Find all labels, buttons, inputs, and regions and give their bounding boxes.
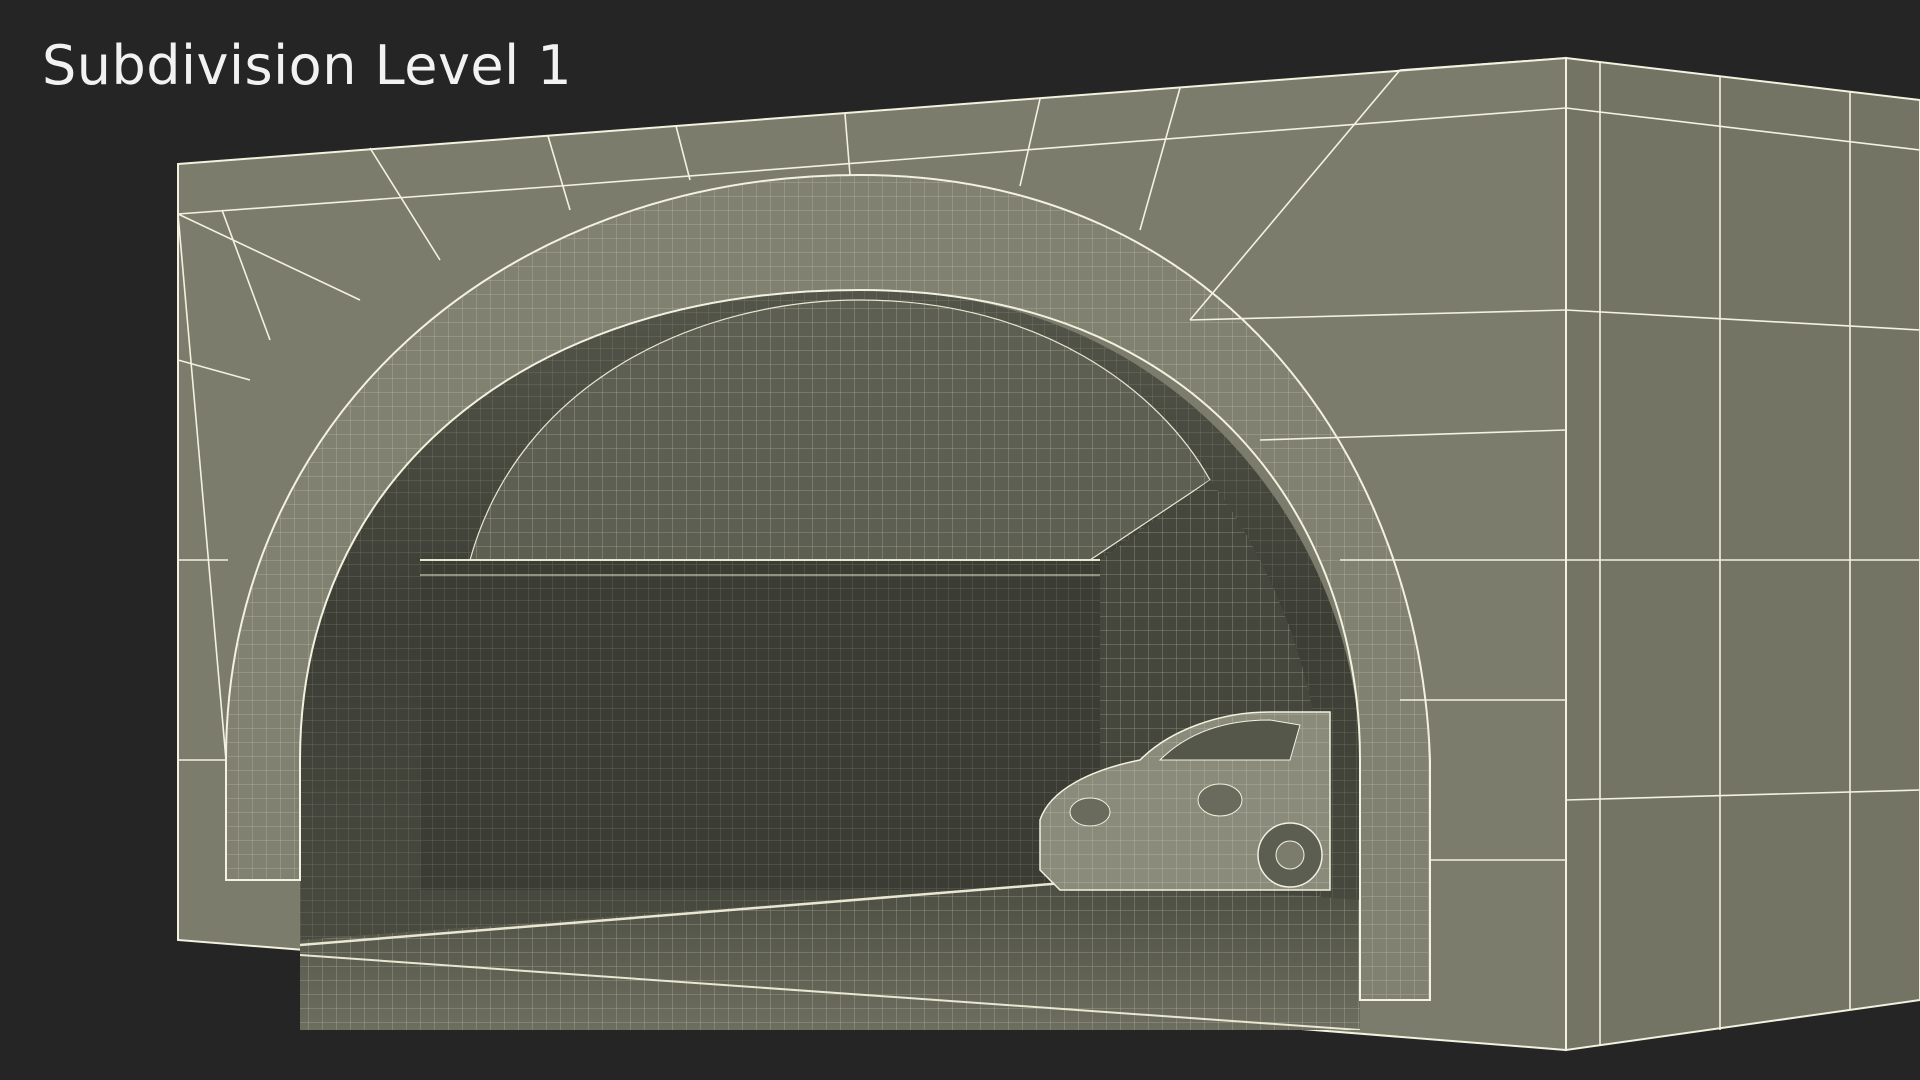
wireframe-garage-render bbox=[177, 56, 1920, 1052]
side-wall bbox=[1565, 56, 1920, 1052]
render-caption: Subdivision Level 1 bbox=[42, 34, 573, 97]
render-viewport: Subdivision Level 1 bbox=[0, 0, 1920, 1080]
